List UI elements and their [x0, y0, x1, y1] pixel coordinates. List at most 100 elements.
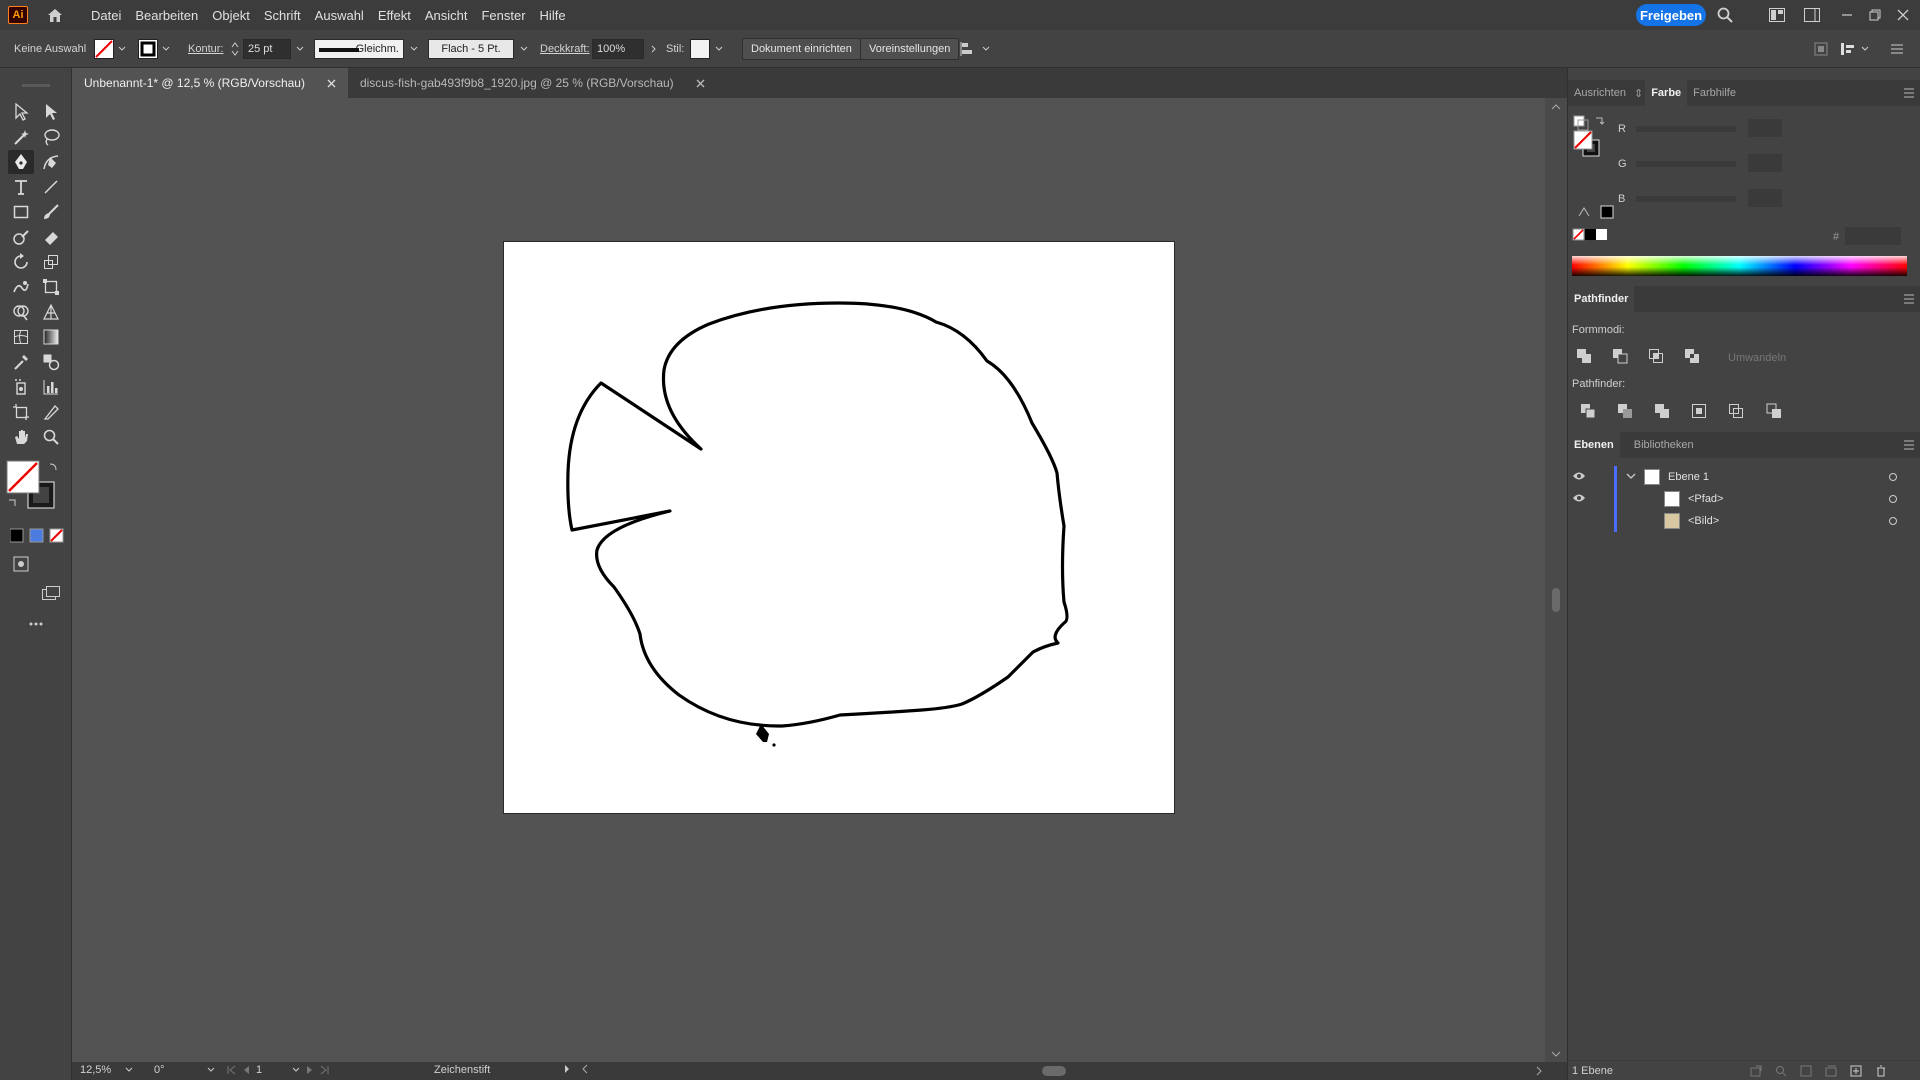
minus-front-icon[interactable]	[1610, 346, 1630, 366]
menu-schrift[interactable]: Schrift	[257, 8, 308, 23]
status-menu[interactable]	[564, 1064, 588, 1074]
tab-document-untitled[interactable]: Unbenannt-1* @ 12,5 % (RGB/Vorschau)	[72, 68, 348, 98]
tab-pathfinder[interactable]: Pathfinder	[1568, 286, 1635, 312]
free-transform-tool-icon[interactable]	[38, 275, 64, 299]
color-mode-buttons[interactable]	[10, 528, 72, 544]
arrange-control[interactable]	[960, 30, 992, 68]
hand-tool-icon[interactable]	[8, 425, 34, 449]
rotate-tool-icon[interactable]	[8, 250, 34, 274]
expand-button[interactable]: Umwandeln	[1728, 352, 1786, 364]
trim-icon[interactable]	[1615, 401, 1635, 421]
menu-auswahl[interactable]: Auswahl	[308, 8, 371, 23]
blend-tool-icon[interactable]	[38, 350, 64, 374]
layer-name[interactable]: <Bild>	[1688, 515, 1719, 527]
opacity-control[interactable]: 100%	[592, 30, 660, 68]
merge-icon[interactable]	[1652, 401, 1672, 421]
minus-back-icon[interactable]	[1764, 401, 1784, 421]
warp-tool-icon[interactable]	[8, 275, 34, 299]
tab-farbe[interactable]: Farbe	[1645, 80, 1688, 106]
toolbar-grip[interactable]	[22, 84, 50, 87]
type-tool-icon[interactable]	[8, 175, 34, 199]
eraser-tool-icon[interactable]	[38, 225, 64, 249]
opacity-input[interactable]: 100%	[592, 39, 644, 59]
restore-icon[interactable]	[1866, 6, 1884, 24]
zoom-value[interactable]: 12,5%	[80, 1064, 111, 1076]
symbol-sprayer-tool-icon[interactable]	[8, 375, 34, 399]
crop-icon[interactable]	[1689, 401, 1709, 421]
layer-row-pfad[interactable]: <Pfad>	[1568, 488, 1920, 510]
pen-tool-icon[interactable]	[8, 150, 34, 174]
artboard-navigation[interactable]: 1	[226, 1064, 330, 1076]
channel-r-input[interactable]	[1748, 119, 1782, 137]
menu-effekt[interactable]: Effekt	[371, 8, 418, 23]
channel-b-input[interactable]	[1748, 189, 1782, 207]
panel-menu-icon[interactable]	[1903, 88, 1915, 98]
fish-outline-path[interactable]	[504, 242, 1174, 813]
visibility-eye-icon[interactable]	[1572, 492, 1586, 504]
color-spectrum[interactable]	[1572, 256, 1907, 276]
layer-row-bild[interactable]: <Bild>	[1568, 510, 1920, 532]
close-icon[interactable]	[1894, 6, 1912, 24]
slice-tool-icon[interactable]	[38, 400, 64, 424]
close-tab-icon[interactable]	[327, 79, 336, 88]
panel-menu-icon[interactable]	[1903, 440, 1915, 450]
more-tools-icon[interactable]	[23, 612, 49, 636]
stroke-color-control[interactable]	[138, 30, 172, 68]
horizontal-scrollbar-thumb[interactable]	[1042, 1066, 1066, 1076]
channel-g-input[interactable]	[1748, 154, 1782, 172]
channel-b-slider[interactable]	[1636, 196, 1736, 202]
close-tab-icon[interactable]	[696, 79, 705, 88]
tab-document-discus-fish[interactable]: discus-fish-gab493f9b8_1920.jpg @ 25 % (…	[348, 68, 717, 98]
fill-stroke-widget[interactable]	[6, 460, 58, 512]
curvature-tool-icon[interactable]	[38, 150, 64, 174]
scrollbar-thumb[interactable]	[1552, 588, 1560, 612]
out-of-gamut-icon[interactable]	[1576, 204, 1616, 220]
quick-swatches[interactable]	[1572, 228, 1608, 242]
selection-tool-icon[interactable]	[8, 100, 34, 124]
menu-ansicht[interactable]: Ansicht	[418, 8, 475, 23]
share-button[interactable]: Freigeben	[1636, 4, 1706, 26]
arrange-documents-icon[interactable]	[1768, 6, 1786, 24]
layer-row-ebene-1[interactable]: Ebene 1	[1568, 466, 1920, 488]
rotation-value[interactable]: 0°	[154, 1064, 165, 1076]
transform-control[interactable]	[1840, 30, 1871, 68]
mesh-tool-icon[interactable]	[8, 325, 34, 349]
shaper-tool-icon[interactable]	[8, 225, 34, 249]
color-panel-fill-stroke[interactable]	[1570, 114, 1610, 164]
tab-ausrichten[interactable]: Ausrichten	[1568, 80, 1632, 106]
menu-bearbeiten[interactable]: Bearbeiten	[128, 8, 205, 23]
graphic-style-control[interactable]	[690, 30, 725, 68]
preferences-button[interactable]: Voreinstellungen	[860, 38, 960, 60]
menu-hilfe[interactable]: Hilfe	[533, 8, 573, 23]
artboard-number[interactable]: 1	[256, 1064, 286, 1076]
hex-input[interactable]	[1845, 227, 1901, 245]
isolate-icon[interactable]	[1814, 30, 1828, 68]
line-segment-tool-icon[interactable]	[38, 175, 64, 199]
brush-definition[interactable]: Flach - 5 Pt.	[428, 30, 530, 68]
unite-icon[interactable]	[1574, 346, 1594, 366]
search-icon[interactable]	[1716, 6, 1734, 24]
layer-name[interactable]: <Pfad>	[1688, 493, 1723, 505]
stroke-label[interactable]: Kontur:	[188, 30, 223, 68]
tab-bibliotheken[interactable]: Bibliotheken	[1628, 432, 1700, 458]
menu-fenster[interactable]: Fenster	[474, 8, 532, 23]
workspace-icon[interactable]	[1803, 6, 1821, 24]
exclude-icon[interactable]	[1682, 346, 1702, 366]
paintbrush-tool-icon[interactable]	[38, 200, 64, 224]
channel-r-slider[interactable]	[1636, 126, 1736, 132]
scale-tool-icon[interactable]	[38, 250, 64, 274]
style-swatch[interactable]	[690, 39, 710, 59]
zoom-control[interactable]: 12,5%	[80, 1064, 133, 1076]
menu-datei[interactable]: Datei	[84, 8, 128, 23]
artboard-tool-icon[interactable]	[8, 400, 34, 424]
lasso-tool-icon[interactable]	[38, 125, 64, 149]
column-graph-tool-icon[interactable]	[38, 375, 64, 399]
document-setup-button[interactable]: Dokument einrichten	[742, 38, 861, 60]
perspective-grid-tool-icon[interactable]	[38, 300, 64, 324]
direct-selection-tool-icon[interactable]	[38, 100, 64, 124]
panel-menu-icon[interactable]	[1903, 294, 1915, 304]
vertical-scrollbar[interactable]	[1545, 98, 1567, 1063]
layer-name[interactable]: Ebene 1	[1668, 471, 1709, 483]
stroke-weight-control[interactable]: 25 pt	[230, 30, 306, 68]
shape-builder-tool-icon[interactable]	[8, 300, 34, 324]
